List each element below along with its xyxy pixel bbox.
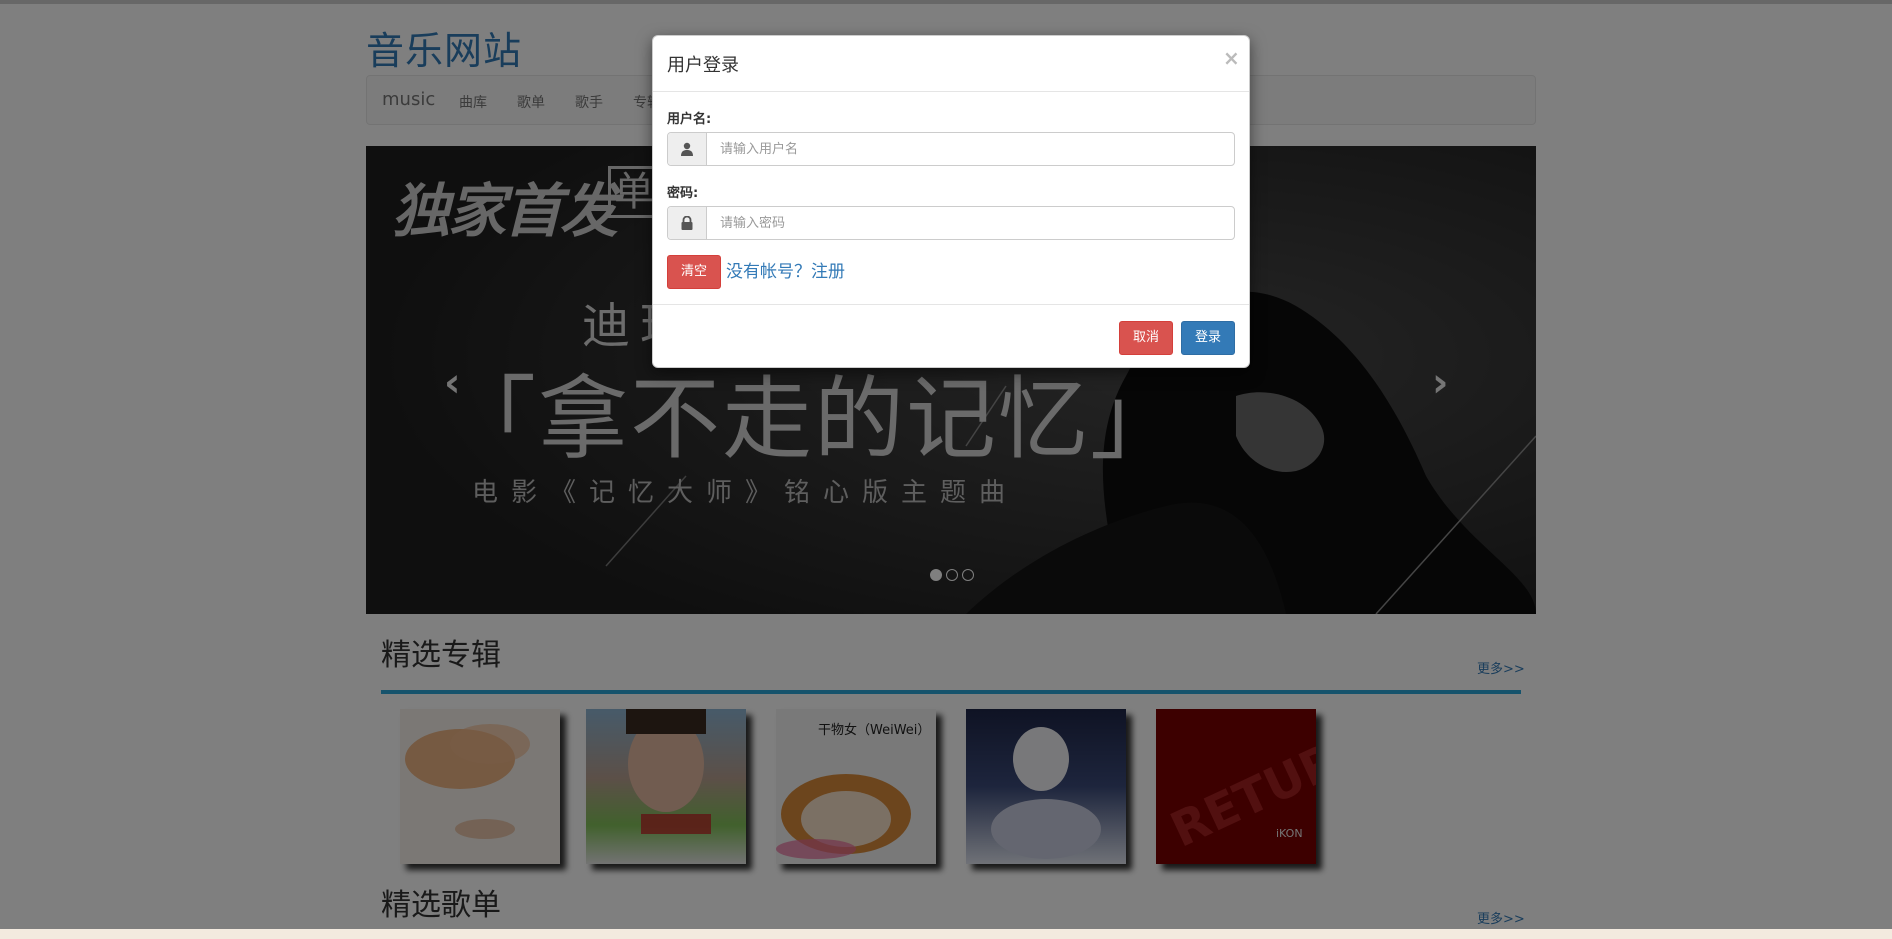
password-label: 密码: — [667, 186, 699, 201]
username-input[interactable] — [708, 133, 1234, 165]
username-label: 用户名: — [667, 112, 712, 127]
clear-button[interactable]: 清空 — [667, 255, 721, 289]
password-input-group — [667, 206, 1235, 240]
login-button[interactable]: 登录 — [1181, 321, 1235, 355]
username-input-group — [667, 132, 1235, 166]
register-link[interactable]: 没有帐号？注册 — [726, 257, 845, 282]
modal-title: 用户登录 — [667, 55, 739, 76]
password-input[interactable] — [708, 207, 1234, 239]
modal-header: 用户登录 × — [653, 36, 1249, 92]
bottom-strip — [0, 929, 1892, 939]
user-icon — [668, 133, 707, 165]
cancel-button[interactable]: 取消 — [1119, 321, 1173, 355]
close-icon[interactable]: × — [1223, 46, 1240, 70]
lock-icon — [668, 207, 707, 239]
login-modal: 用户登录 × 用户名: 密码: 清空 没有帐号？注册 取消 登录 — [652, 35, 1250, 368]
modal-footer-divider — [653, 304, 1249, 305]
